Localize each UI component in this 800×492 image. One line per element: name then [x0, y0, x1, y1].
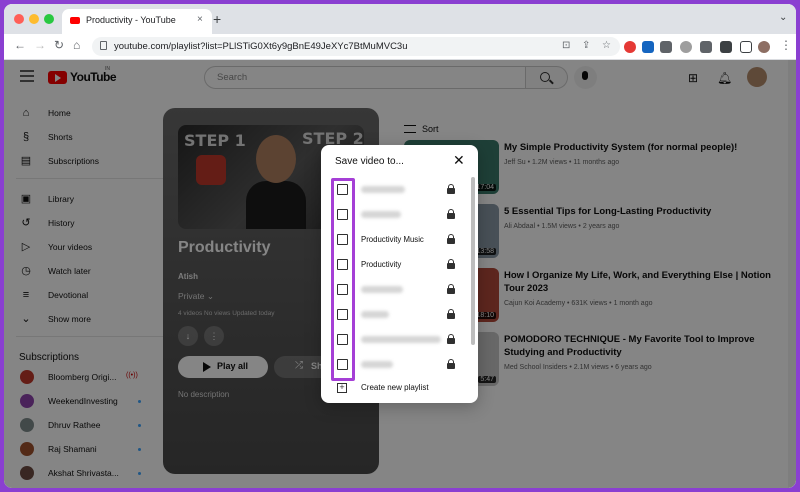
create-playlist-label: Create new playlist [361, 383, 429, 392]
browser-toolbar: ← → ↻ ⌂ youtube.com/playlist?list=PLlSTi… [4, 34, 796, 60]
blurred-playlist-name [361, 361, 393, 368]
lock-icon [447, 259, 455, 269]
extension-icon[interactable] [720, 41, 732, 53]
blurred-playlist-name [361, 336, 441, 343]
reload-button[interactable]: ↻ [54, 38, 64, 52]
new-tab-button[interactable]: + [213, 11, 221, 27]
menu-dots-icon[interactable]: ⋮ [780, 38, 792, 52]
extension-icon[interactable] [642, 41, 654, 53]
lock-icon [447, 359, 455, 369]
playlist-option-label: Productivity [361, 260, 402, 269]
save-to-playlist-dialog: Save video to... ✕ Productivity Music Pr… [321, 145, 478, 403]
extension-icon[interactable] [680, 41, 692, 53]
lock-icon [100, 41, 107, 50]
checkbox-highlight-annotation [331, 178, 355, 381]
playlist-option-label: Productivity Music [361, 235, 424, 244]
lock-icon [447, 334, 455, 344]
dialog-title: Save video to... [335, 156, 404, 167]
dialog-scrollbar[interactable] [471, 177, 475, 345]
blurred-playlist-name [361, 286, 403, 293]
bookmark-star-icon[interactable]: ☆ [602, 40, 611, 51]
install-icon[interactable]: ⊡ [562, 40, 570, 51]
browser-window: Productivity - YouTube × + ⌄ ← → ↻ ⌂ you… [4, 4, 796, 488]
browser-tab[interactable]: Productivity - YouTube × [62, 9, 212, 34]
blurred-playlist-name [361, 311, 389, 318]
tab-title: Productivity - YouTube [86, 15, 176, 25]
share-icon[interactable]: ⇪ [582, 40, 590, 51]
tab-close-icon[interactable]: × [197, 14, 203, 25]
plus-icon: + [337, 383, 347, 393]
forward-button[interactable]: → [34, 38, 46, 52]
extension-icon[interactable] [660, 41, 672, 53]
puzzle-extensions-icon[interactable] [700, 41, 712, 53]
lock-icon [447, 234, 455, 244]
back-button[interactable]: ← [14, 38, 26, 52]
close-window-button[interactable] [14, 14, 24, 24]
url-text[interactable]: youtube.com/playlist?list=PLlSTiG0Xt6y9g… [114, 41, 408, 52]
tab-search-chevron-icon[interactable]: ⌄ [779, 12, 787, 23]
blurred-playlist-name [361, 211, 401, 218]
profile-avatar[interactable] [758, 41, 770, 53]
side-panel-icon[interactable] [740, 41, 752, 53]
blurred-playlist-name [361, 186, 405, 193]
maximize-window-button[interactable] [44, 14, 54, 24]
lock-icon [447, 184, 455, 194]
lock-icon [447, 284, 455, 294]
close-icon[interactable]: ✕ [453, 153, 465, 167]
address-bar[interactable]: youtube.com/playlist?list=PLlSTiG0Xt6y9g… [92, 37, 620, 56]
opera-extension-icon[interactable] [624, 41, 636, 53]
minimize-window-button[interactable] [29, 14, 39, 24]
home-button[interactable]: ⌂ [73, 38, 80, 52]
create-new-playlist-button[interactable]: + Create new playlist [335, 381, 465, 397]
lock-icon [447, 209, 455, 219]
tab-bar: Productivity - YouTube × + ⌄ [4, 4, 796, 34]
youtube-favicon-icon [70, 17, 80, 24]
lock-icon [447, 309, 455, 319]
